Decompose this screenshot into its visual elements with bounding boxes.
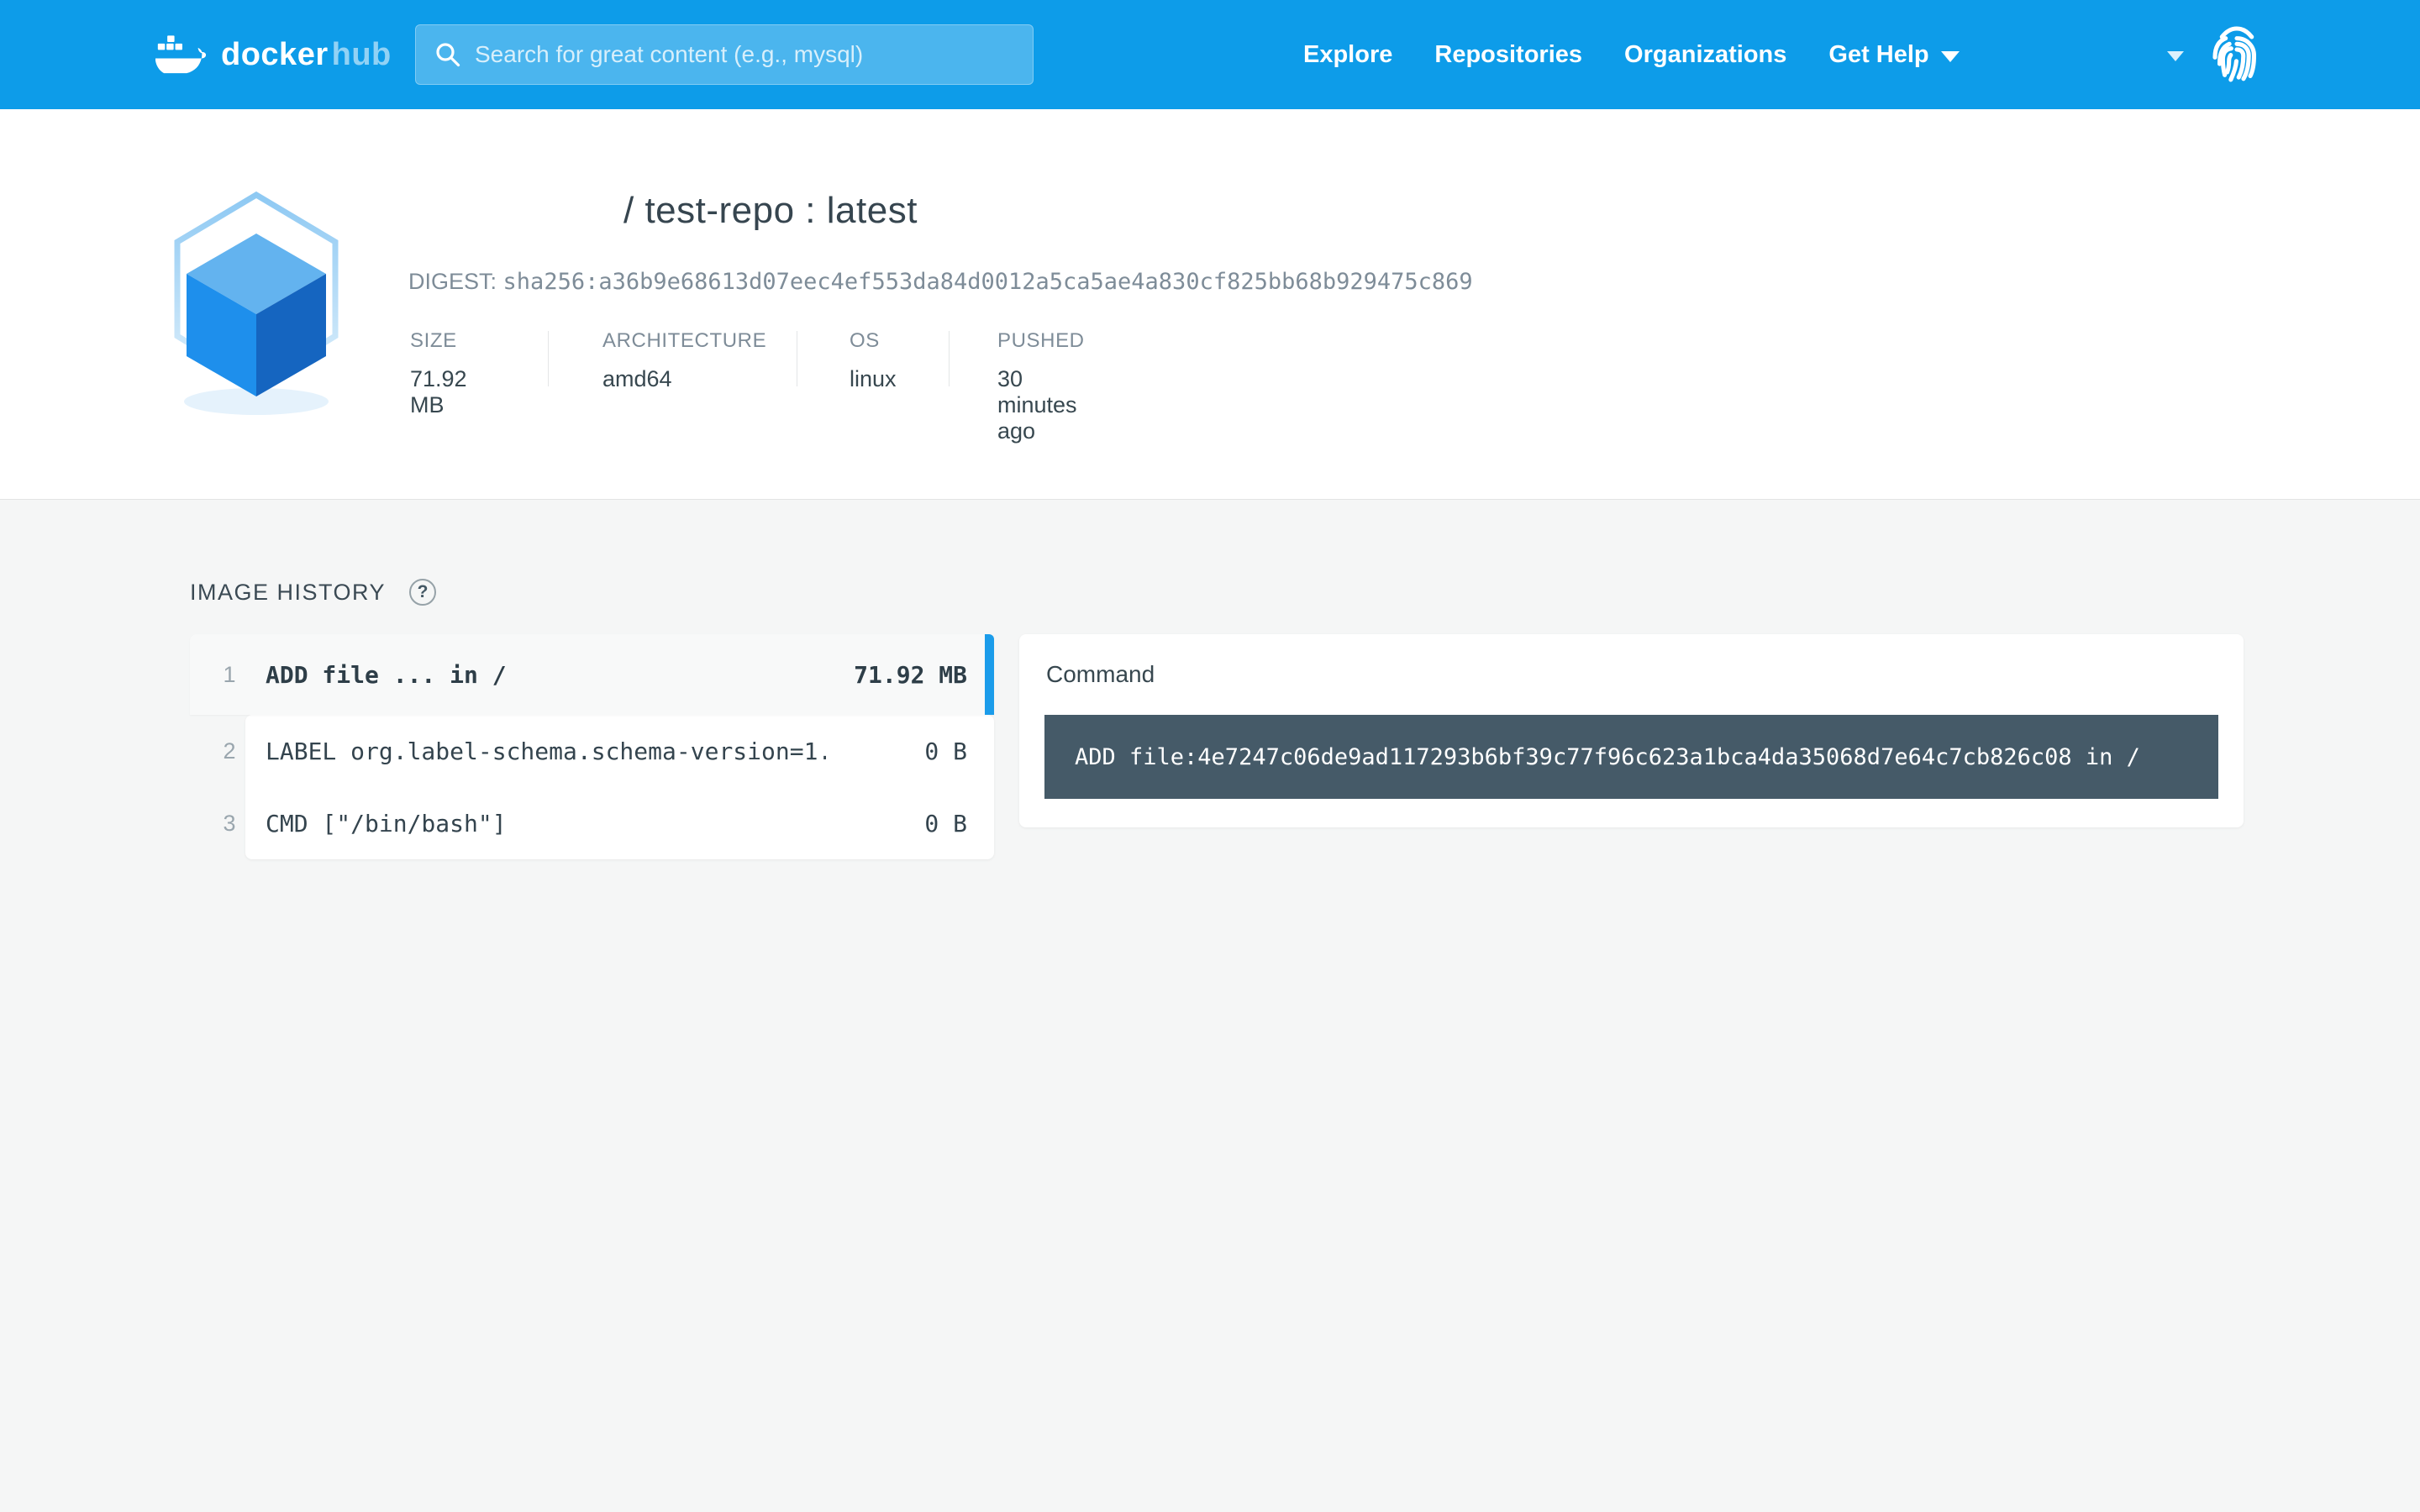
brand-docker-text: docker [221,37,329,72]
layer-number: 1 [215,662,244,688]
search-input[interactable] [461,25,1033,84]
divider [949,331,950,386]
layer-row[interactable]: 3 CMD ["/bin/bash"] 0 B [190,787,994,859]
section-title: IMAGE HISTORY [190,580,386,606]
meta-size: SIZE 71.92 MB [410,329,467,418]
nav-link-get-help[interactable]: Get Help [1828,41,1959,69]
digest: DIGEST: sha256:a36b9e68613d07eec4ef553da… [408,269,1473,295]
meta-architecture: ARCHITECTURE amd64 [602,329,766,392]
layer-command: LABEL org.label-schema.schema-version=1.… [266,738,826,765]
meta-os: OS linux [850,329,897,392]
digest-value: sha256:a36b9e68613d07eec4ef553da84d0012a… [503,269,1473,295]
selected-indicator-bar [985,634,994,715]
nav-link-organizations[interactable]: Organizations [1624,41,1786,69]
layer-number: 2 [215,738,244,764]
divider [548,331,549,386]
fingerprint-avatar-icon[interactable] [2211,25,2263,84]
layer-command: ADD file ... in / [266,661,826,689]
layer-size: 71.92 MB [854,661,967,689]
account-area [2167,0,2263,109]
help-icon[interactable]: ? [409,579,436,606]
layer-number: 3 [215,811,244,837]
dockerhub-logo[interactable]: dockerhub [155,0,392,109]
search-bar[interactable] [415,24,1034,85]
page-title: / test-repo : latest [623,190,918,232]
docker-whale-icon [155,34,209,75]
repo-image-icon [154,185,359,424]
layer-size: 0 B [924,810,967,837]
nav-link-explore[interactable]: Explore [1303,41,1392,69]
command-text: ADD file:4e7247c06de9ad117293b6bf39c77f9… [1075,744,2140,770]
section-header: IMAGE HISTORY ? [190,579,436,606]
account-chevron-down-icon[interactable] [2167,51,2184,61]
layer-row-selected[interactable]: 1 ADD file ... in / 71.92 MB [190,634,994,715]
command-heading: Command [1046,634,1155,715]
command-code-block: ADD file:4e7247c06de9ad117293b6bf39c77f9… [1044,715,2218,799]
brand-wordmark: dockerhub [221,37,392,73]
layer-row[interactable]: 2 LABEL org.label-schema.schema-version=… [190,715,994,787]
meta-pushed: PUSHED 30 minutes ago [997,329,1085,444]
chevron-down-icon [1941,51,1960,62]
repo-header: / test-repo : latest DIGEST: sha256:a36b… [0,109,2420,500]
brand-hub-text: hub [332,37,392,72]
search-icon [434,41,461,68]
digest-label: DIGEST: [408,269,497,294]
image-history-section: IMAGE HISTORY ? 1 ADD file ... in / 71.9… [0,500,2420,1511]
command-detail-card: Command ADD file:4e7247c06de9ad117293b6b… [1019,634,2244,827]
nav-link-repositories[interactable]: Repositories [1434,41,1582,69]
layer-list: 1 ADD file ... in / 71.92 MB 2 LABEL org… [190,634,994,859]
nav-links: Explore Repositories Organizations Get H… [1303,0,1960,109]
layer-command: CMD ["/bin/bash"] [266,810,826,837]
top-navbar: dockerhub Explore Repositories Organizat… [0,0,2420,109]
layer-size: 0 B [924,738,967,765]
